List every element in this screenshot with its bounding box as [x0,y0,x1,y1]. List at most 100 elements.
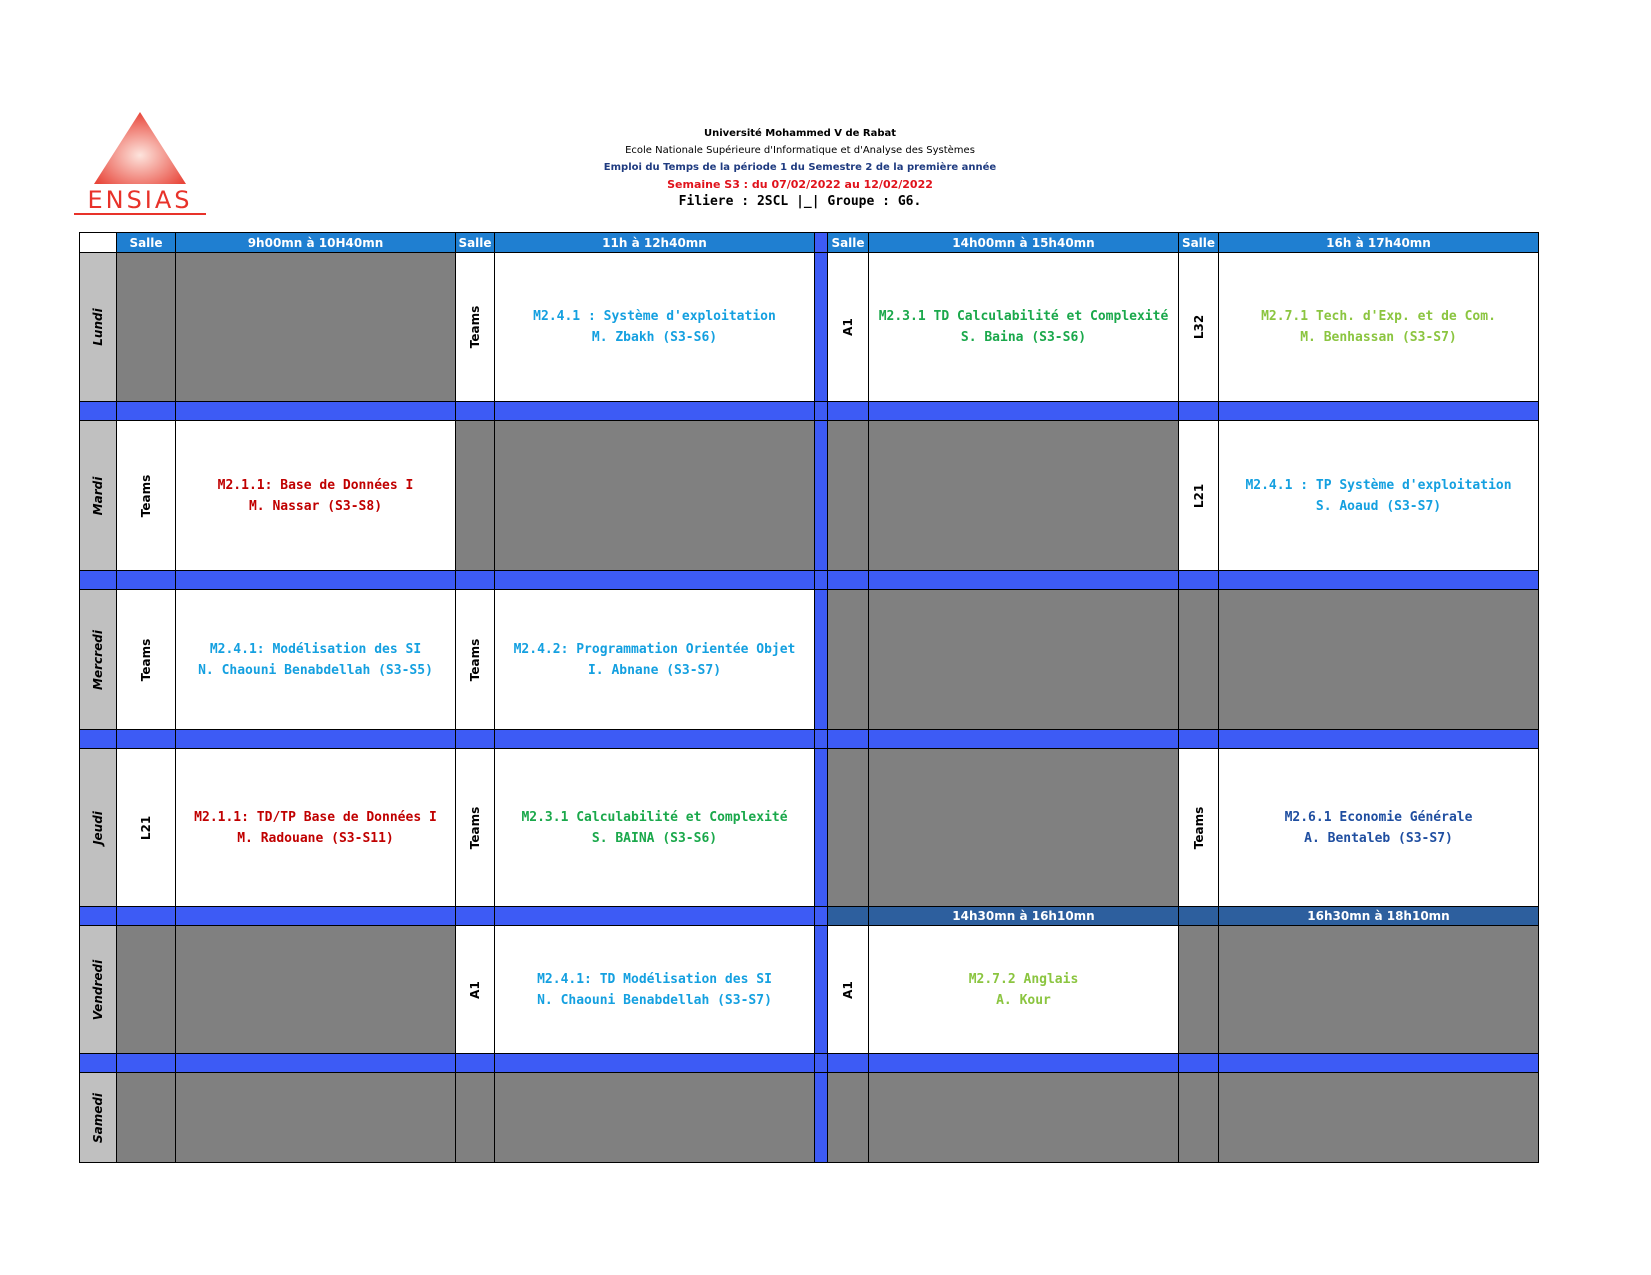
empty-cell [868,748,1179,907]
course-cell: M2.4.1 : Système d'exploitation M. Zbakh… [494,252,815,402]
day-row-mercredi: Mercredi Teams M2.4.1: Modélisation des … [79,589,1539,730]
course-title: M2.1.1: Base de Données I [217,477,414,493]
salle-header: Salle [116,232,176,253]
course-cell: M2.1.1: TD/TP Base de Données I M. Radou… [175,748,456,907]
course-teacher: S. Aoaud (S3-S7) [1315,498,1442,514]
empty-cell [868,1072,1179,1163]
day-label: Jeudi [79,748,117,907]
logo-text: ENSIAS [87,186,193,214]
course-teacher: M. Zbakh (S3-S6) [591,330,718,345]
empty-cell [494,1072,815,1163]
course-title: M2.4.2: Programmation Orientée Objet [513,641,796,657]
week-range: Semaine S3 : du 07/02/2022 au 12/02/2022 [667,178,933,191]
course-title: M2.7.2 Anglais [968,971,1079,987]
course-cell: M2.7.2 Anglais A. Kour [868,925,1179,1054]
course-cell: M2.3.1 Calculabilité et Complexité S. BA… [494,748,815,907]
empty-cell [827,748,869,907]
day-row-lundi: Lundi Teams M2.4.1 : Système d'exploitat… [79,252,1539,402]
empty-cell [827,589,869,730]
course-title: M2.7.1 Tech. d'Exp. et de Com. [1261,309,1496,324]
header-row: Salle 9h00mn à 10H40mn Salle 11h à 12h40… [79,232,1539,253]
course-cell: M2.4.2: Programmation Orientée Objet I. … [494,589,815,730]
slot4-header: 16h à 17h40mn [1218,232,1539,253]
empty-cell [1178,925,1219,1054]
day-label: Vendredi [79,925,117,1054]
salle-cell: A1 [827,925,869,1054]
university-name: Université Mohammed V de Rabat [703,128,897,139]
lunch-separator [814,925,828,1054]
separator-row [79,729,1539,749]
salle-cell: Teams [116,589,176,730]
course-title: M2.4.1 : Système d'exploitation [533,309,776,324]
lunch-separator [814,252,828,402]
course-cell: M2.4.1: Modélisation des SI N. Chaouni B… [175,589,456,730]
course-teacher: A. Bentaleb (S3-S7) [1304,830,1453,846]
empty-cell [1178,589,1219,730]
salle-cell: L32 [1178,252,1219,402]
day-row-vendredi: Vendredi A1 M2.4.1: TD Modélisation des … [79,925,1539,1054]
slot3-friday-header: 14h30mn à 16h10mn [868,906,1179,926]
lunch-separator [814,420,828,571]
course-cell: M2.4.1: TD Modélisation des SI N. Chaoun… [494,925,815,1054]
lunch-separator [814,748,828,907]
empty-cell [175,252,456,402]
slot2-header: 11h à 12h40mn [494,232,815,253]
empty-cell [1218,1072,1539,1163]
course-title: M2.3.1 Calculabilité et Complexité [521,809,788,825]
empty-cell [116,1072,176,1163]
corner-cell [79,232,117,253]
salle-cell: Teams [455,589,495,730]
salle-header: Salle [827,232,869,253]
empty-cell [455,1072,495,1163]
lunch-separator [814,589,828,730]
empty-cell [827,420,869,571]
course-title: M2.3.1 TD Calculabilité et Complexité [878,309,1169,324]
day-row-mardi: Mardi Teams M2.1.1: Base de Données I M.… [79,420,1539,571]
empty-cell [494,420,815,571]
day-row-jeudi: Jeudi L21 M2.1.1: TD/TP Base de Données … [79,748,1539,907]
course-teacher: M. Radouane (S3-S11) [237,830,394,846]
course-title: M2.6.1 Economie Générale [1284,809,1473,825]
day-row-samedi: Samedi [79,1072,1539,1163]
day-label: Mercredi [79,589,117,730]
schedule-title: Emploi du Temps de la période 1 du Semes… [603,162,997,173]
separator-row [79,1053,1539,1073]
course-title: M2.1.1: TD/TP Base de Données I [194,809,437,825]
empty-cell [1178,1072,1219,1163]
course-teacher: S. Baina (S3-S6) [960,330,1087,345]
course-teacher: N. Chaouni Benabdellah (S3-S5) [198,662,433,678]
salle-cell: Teams [455,252,495,402]
course-title: M2.4.1: TD Modélisation des SI [537,971,772,987]
empty-cell [827,1072,869,1163]
school-name: Ecole Nationale Supérieure d'Informatiqu… [625,145,975,156]
course-cell: M2.6.1 Economie Générale A. Bentaleb (S3… [1218,748,1539,907]
filiere-group: Filiere : 2SCL |_| Groupe : G6. [678,194,922,209]
separator-row [79,570,1539,590]
separator-row-friday-times: 14h30mn à 16h10mn 16h30mn à 18h10mn [79,906,1539,926]
salle-header: Salle [455,232,495,253]
course-teacher: N. Chaouni Benabdellah (S3-S7) [537,992,772,1008]
empty-cell [175,925,456,1054]
empty-cell [868,420,1179,571]
separator-row [79,401,1539,421]
empty-cell [1218,589,1539,730]
day-label: Samedi [79,1072,117,1163]
course-teacher: A. Kour [996,992,1051,1008]
course-teacher: M. Benhassan (S3-S7) [1300,330,1457,345]
course-teacher: I. Abnane (S3-S7) [587,662,722,678]
salle-cell: A1 [455,925,495,1054]
ensias-logo: ENSIAS [74,110,206,218]
day-label: Lundi [79,252,117,402]
slot4-friday-header: 16h30mn à 18h10mn [1218,906,1539,926]
salle-cell: Teams [116,420,176,571]
logo-underline [74,213,206,215]
timetable: Salle 9h00mn à 10H40mn Salle 11h à 12h40… [79,232,1539,1163]
lunch-separator [814,232,828,253]
salle-cell: A1 [827,252,869,402]
salle-cell: Teams [1178,748,1219,907]
day-label: Mardi [79,420,117,571]
empty-cell [1218,925,1539,1054]
empty-cell [116,252,176,402]
course-cell: M2.7.1 Tech. d'Exp. et de Com. M. Benhas… [1218,252,1539,402]
lunch-separator [814,1072,828,1163]
